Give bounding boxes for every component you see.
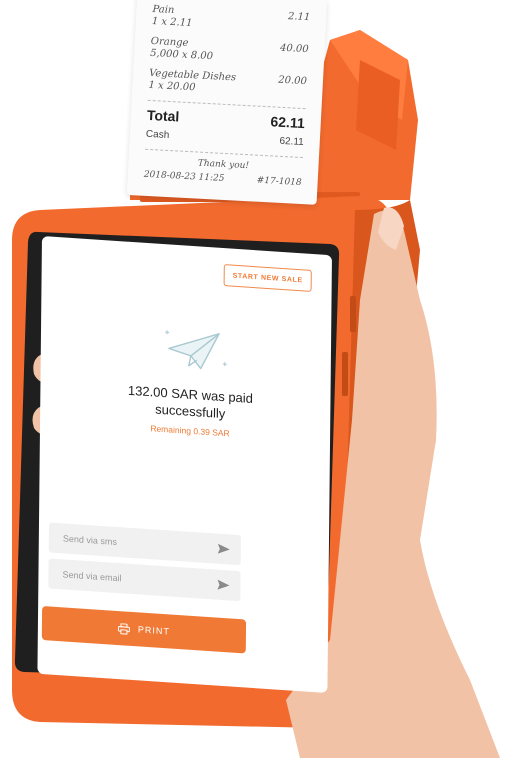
pos-device-scene: Pain 2.11 1 x 2.11 Orange 40.00 5,000 x … (0, 0, 520, 758)
printed-receipt: Pain 2.11 1 x 2.11 Orange 40.00 5,000 x … (126, 0, 328, 205)
print-label: PRINT (137, 624, 170, 637)
receipt-cash-label: Cash (145, 128, 170, 142)
receipt-item-total: 20.00 (278, 74, 308, 88)
receipt-item-name: Pain (152, 3, 175, 17)
receipt-cash-value: 62.11 (279, 135, 305, 149)
receipt-total-label: Total (146, 106, 180, 125)
start-new-sale-button[interactable]: START NEW SALE (223, 264, 312, 292)
paper-plane-icon (165, 330, 227, 370)
email-field-placeholder: Send via email (62, 569, 122, 584)
receipt-datetime: 2018-08-23 11:25 (143, 169, 225, 184)
receipt-total-value: 62.11 (270, 113, 306, 132)
pos-screen: START NEW SALE 132.00 SAR was paid succe… (37, 236, 332, 693)
printer-icon (117, 622, 130, 635)
receipt-number: #17-1018 (256, 175, 302, 189)
sms-field[interactable]: Send via sms (48, 522, 241, 566)
receipt-item-total: 2.11 (287, 11, 311, 24)
email-field[interactable]: Send via email (48, 558, 241, 602)
receipt-item-total: 40.00 (279, 42, 309, 56)
print-button[interactable]: PRINT (41, 606, 247, 654)
send-icon[interactable] (216, 579, 230, 592)
sms-field-placeholder: Send via sms (62, 533, 117, 547)
payment-status: 132.00 SAR was paid successfully (100, 380, 280, 426)
send-icon[interactable] (217, 543, 231, 556)
